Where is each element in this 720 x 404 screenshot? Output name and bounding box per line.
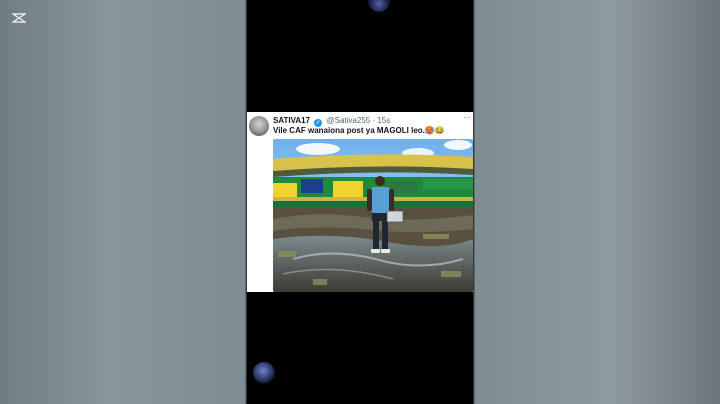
watermark-icon bbox=[368, 0, 390, 12]
timestamp[interactable]: 15s bbox=[377, 116, 390, 125]
capcut-logo-icon bbox=[12, 13, 26, 23]
display-name[interactable]: SATIVA17 bbox=[273, 116, 310, 125]
tweet-card[interactable]: SATIVA17 ✓ @Sativa255 · 15s ··· Vile CAF… bbox=[247, 112, 473, 292]
video-frame: SATIVA17 ✓ @Sativa255 · 15s ··· Vile CAF… bbox=[247, 0, 473, 404]
stadium-photo bbox=[273, 139, 473, 292]
tweet-photo[interactable] bbox=[273, 139, 473, 292]
watermark-icon bbox=[253, 362, 275, 384]
tweet-text-body: Vile CAF wanaiona post ya MAGOLI leo. bbox=[273, 126, 425, 135]
tweet-emojis: 🥵😂 bbox=[424, 126, 445, 135]
handle[interactable]: @Sativa255 bbox=[327, 116, 371, 125]
tweet-text: Vile CAF wanaiona post ya MAGOLI leo.🥵😂 bbox=[273, 126, 445, 135]
separator: · bbox=[372, 116, 376, 125]
more-options-icon[interactable]: ··· bbox=[463, 113, 471, 122]
avatar[interactable] bbox=[249, 116, 269, 136]
